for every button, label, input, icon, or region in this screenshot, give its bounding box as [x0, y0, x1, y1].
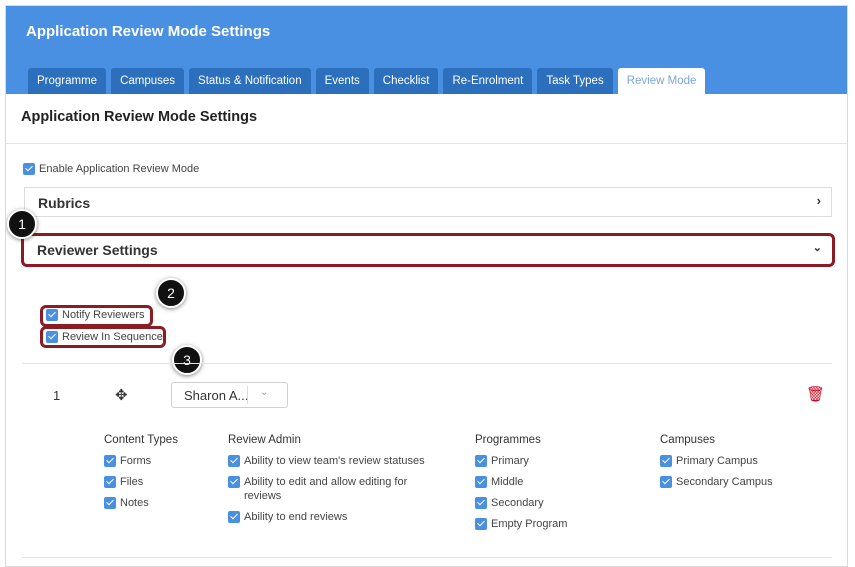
page-header-title: Application Review Mode Settings	[26, 23, 271, 40]
tab-re-enrolment[interactable]: Re-Enrolment	[443, 68, 533, 94]
checkbox-checked-icon	[475, 497, 487, 509]
content-type-files-checkbox[interactable]: Files	[104, 475, 214, 489]
tab-review-mode[interactable]: Review Mode	[617, 68, 706, 94]
drag-move-icon[interactable]: ✥	[115, 386, 128, 404]
review-admin-column: Review Admin Ability to view team's revi…	[228, 434, 438, 531]
campus-label: Primary Campus	[676, 455, 758, 467]
review-admin-label: Ability to view team's review statuses	[244, 455, 425, 467]
chevron-right-icon: ›	[816, 193, 821, 208]
content-type-label: Notes	[120, 497, 149, 509]
checkbox-checked-icon	[660, 476, 672, 488]
callout-badge-2: 2	[156, 278, 186, 308]
header-bar: Application Review Mode Settings Program…	[6, 6, 847, 94]
campus-primary-checkbox[interactable]: Primary Campus	[660, 454, 830, 468]
tab-campuses[interactable]: Campuses	[111, 68, 185, 94]
programme-primary-checkbox[interactable]: Primary	[475, 454, 625, 468]
chevron-down-icon: ⌄	[260, 387, 269, 398]
content-types-heading: Content Types	[104, 434, 178, 446]
programme-empty-checkbox[interactable]: Empty Program	[475, 517, 625, 531]
reviewer-select-value: Sharon A...	[184, 388, 249, 403]
reviewer-settings-highlight	[21, 233, 835, 267]
tab-events[interactable]: Events	[315, 68, 369, 94]
review-admin-label: Ability to edit and allow editing for re…	[244, 476, 408, 502]
tab-programme[interactable]: Programme	[28, 68, 107, 94]
tab-task-types[interactable]: Task Types	[537, 68, 613, 94]
checkbox-checked-icon	[104, 455, 116, 467]
section-title: Application Review Mode Settings	[21, 109, 258, 125]
programmes-column: Programmes Primary Middle Secondary Empt…	[475, 434, 625, 538]
review-admin-end-checkbox[interactable]: Ability to end reviews	[228, 510, 438, 524]
review-admin-edit-checkbox[interactable]: Ability to edit and allow editing for re…	[228, 475, 438, 503]
enable-review-mode-label: Enable Application Review Mode	[39, 163, 200, 175]
checkbox-checked-icon	[104, 497, 116, 509]
trash-icon[interactable]: 🗑	[806, 385, 825, 403]
programme-label: Empty Program	[491, 518, 568, 530]
review-in-sequence-highlight	[40, 326, 166, 348]
content-type-label: Files	[120, 476, 144, 488]
checkbox-checked-icon	[228, 511, 240, 523]
content-types-column: Content Types Forms Files Notes	[104, 434, 214, 517]
checkbox-checked-icon	[660, 455, 672, 467]
callout-badge-3: 3	[172, 345, 202, 375]
content-type-forms-checkbox[interactable]: Forms	[104, 454, 214, 468]
checkbox-checked-icon	[475, 476, 487, 488]
reviewer-select[interactable]: Sharon A... ⌄	[171, 382, 288, 408]
content-type-label: Forms	[120, 455, 152, 467]
programme-secondary-checkbox[interactable]: Secondary	[475, 496, 625, 510]
programmes-heading: Programmes	[475, 434, 541, 446]
review-admin-view-statuses-checkbox[interactable]: Ability to view team's review statuses	[228, 454, 438, 468]
programme-middle-checkbox[interactable]: Middle	[475, 475, 625, 489]
review-admin-label: Ability to end reviews	[244, 511, 348, 523]
reviewer-divider	[22, 363, 832, 364]
reviewer-order-number: 1	[53, 388, 61, 403]
programme-label: Primary	[491, 455, 529, 467]
select-separator	[247, 386, 248, 404]
notify-reviewers-highlight	[40, 305, 153, 327]
checkbox-checked-icon	[228, 455, 240, 467]
settings-window: Application Review Mode Settings Program…	[5, 5, 848, 567]
section-divider	[6, 143, 847, 144]
campus-secondary-checkbox[interactable]: Secondary Campus	[660, 475, 830, 489]
enable-review-mode-checkbox[interactable]: Enable Application Review Mode	[23, 163, 199, 175]
checkbox-checked-icon	[228, 476, 240, 488]
tab-status-notification[interactable]: Status & Notification	[189, 68, 311, 94]
review-admin-heading: Review Admin	[228, 434, 301, 446]
checkbox-checked-icon	[104, 476, 116, 488]
checkbox-checked-icon	[23, 163, 35, 175]
tab-checklist[interactable]: Checklist	[373, 68, 439, 94]
rubrics-accordion[interactable]: Rubrics ›	[24, 187, 832, 217]
programme-label: Secondary	[491, 497, 544, 509]
checkbox-checked-icon	[475, 455, 487, 467]
checkbox-checked-icon	[475, 518, 487, 530]
tab-bar: Programme Campuses Status & Notification…	[28, 68, 706, 94]
rubrics-accordion-title: Rubrics	[38, 195, 91, 211]
programme-label: Middle	[491, 476, 524, 488]
content-type-notes-checkbox[interactable]: Notes	[104, 496, 214, 510]
campus-label: Secondary Campus	[676, 476, 773, 488]
campuses-column: Campuses Primary Campus Secondary Campus	[660, 434, 830, 496]
campuses-heading: Campuses	[660, 434, 715, 446]
bottom-divider	[22, 557, 832, 558]
callout-badge-1: 1	[7, 209, 37, 239]
